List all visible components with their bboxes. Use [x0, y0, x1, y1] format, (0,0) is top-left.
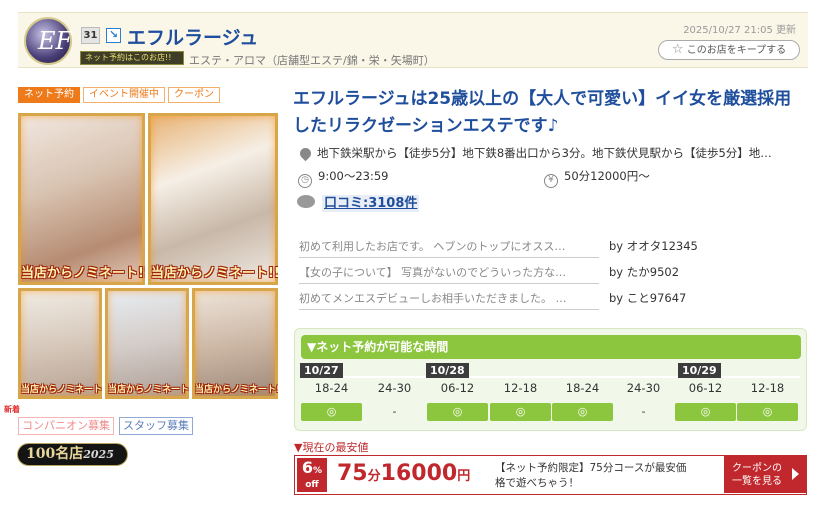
shop-header: EF 31 ↘ エフルラージュ ネット予約はこのお店!! エステ・アロマ（店舗型…	[18, 12, 808, 68]
date-label: 10/27	[300, 363, 343, 378]
off-label: off	[305, 480, 319, 490]
photo-3[interactable]: 当店からノミネート!!	[18, 288, 102, 399]
tag-net-reservation[interactable]: ネット予約	[18, 87, 80, 103]
time-slot: 06-12	[688, 381, 723, 395]
photo-caption: 当店からノミネート!!	[21, 266, 145, 281]
date-label: 10/28	[426, 363, 469, 378]
review-snippet[interactable]: 初めてメンエスデビューしお相手いただきました。 …	[299, 290, 599, 310]
review-snippet[interactable]: 初めて利用したお店です。 ヘブンのトップにオスス…	[299, 238, 599, 258]
reservation-title: ▼ネット予約が可能な時間	[301, 335, 801, 359]
shop-tags: ネット予約 イベント開催中 クーポン	[18, 87, 220, 103]
rank-down-arrow-icon: ↘	[106, 28, 121, 43]
access-text: 地下鉄栄駅から【徒歩5分】地下鉄8番出口から3分。地下鉄伏見駅から【徒歩5分】地…	[317, 146, 772, 160]
arrow-right-icon	[792, 468, 799, 480]
medal-text: 100名店	[26, 446, 84, 462]
slot-unavailable: -	[392, 405, 397, 418]
discount-badge: 6% off	[297, 458, 327, 492]
reviews-link[interactable]: 口コミ:3108件	[322, 195, 420, 212]
photo-caption: 当店からノミネート!!	[108, 385, 189, 395]
speech-bubble-icon	[297, 195, 315, 208]
coupon-list-button[interactable]: クーポンの 一覧を見る	[724, 456, 806, 493]
slot-available-button[interactable]: ◎	[427, 403, 488, 421]
time-slot: 12-18	[503, 381, 538, 395]
price-info: ¥50分12000円〜	[544, 168, 650, 188]
shop-category: エステ・アロマ（店舗型エステ/錦・栄・矢場町）	[189, 54, 435, 67]
shop-logo[interactable]: EF	[24, 17, 72, 65]
price-text: 50分12000円〜	[564, 169, 650, 183]
price-amount: 16000	[380, 461, 458, 486]
coupon-description: 【ネット予約限定】75分コースが最安価格で遊べちゃう！	[495, 462, 687, 489]
time-slot: 24-30	[626, 381, 661, 395]
slot-available-button[interactable]: ◎	[737, 403, 798, 421]
photo-caption: 当店からノミネート!!	[21, 385, 102, 395]
time-slot: 24-30	[377, 381, 412, 395]
lowest-price-label: ▼現在の最安値	[294, 441, 369, 454]
time-slot: 12-18	[750, 381, 785, 395]
photo-5[interactable]: 当店からノミネート!!	[192, 288, 278, 399]
time-slot: 18-24	[565, 381, 600, 395]
slot-available-button[interactable]: ◎	[552, 403, 613, 421]
photo-2[interactable]: 当店からノミネート!!	[148, 113, 278, 285]
photo-4[interactable]: 当店からノミネート!!	[105, 288, 189, 399]
companion-recruit-button[interactable]: コンパニオン募集	[18, 417, 114, 435]
course-minutes: 75	[337, 461, 368, 486]
star-icon: ☆	[671, 42, 684, 57]
review-author: by たか9502	[609, 265, 680, 279]
shop-name-link[interactable]: エフルラージュ	[127, 23, 258, 50]
hours-text: 9:00〜23:59	[318, 169, 389, 183]
photo-1[interactable]: 当店からノミネート!!	[18, 113, 145, 285]
reviews-link-row: 口コミ:3108件	[297, 192, 420, 212]
recruit-links: コンパニオン募集 スタッフ募集	[18, 417, 193, 435]
rank-number: 31	[81, 27, 100, 44]
access-info: 地下鉄栄駅から【徒歩5分】地下鉄8番出口から3分。地下鉄伏見駅から【徒歩5分】地…	[297, 145, 772, 162]
tag-coupon[interactable]: クーポン	[168, 87, 220, 103]
discount-percent: 6	[301, 458, 314, 477]
map-pin-icon	[297, 145, 314, 162]
review-author: by オオタ12345	[609, 239, 698, 253]
tag-event[interactable]: イベント開催中	[83, 87, 165, 103]
slot-available-button[interactable]: ◎	[490, 403, 551, 421]
review-snippet[interactable]: 【女の子について】 写真がないのでどういった方な…	[299, 264, 599, 284]
review-author: by こと97647	[609, 291, 687, 305]
top100-medal[interactable]: 100名店2025	[17, 443, 128, 466]
lowest-price-box[interactable]: 6% off 75分16000円 【ネット予約限定】75分コースが最安価格で遊べ…	[294, 455, 807, 495]
updated-timestamp: 2025/10/27 21:05 更新	[683, 25, 796, 36]
time-slot: 06-12	[440, 381, 475, 395]
shop-photos: 当店からノミネート!! 当店からノミネート!! 当店からノミネート!! 当店から…	[18, 113, 278, 399]
minutes-unit: 分	[367, 469, 381, 484]
keep-shop-button[interactable]: ☆ このお店をキープする	[658, 40, 800, 60]
yen-unit: 円	[457, 469, 471, 484]
coupon-button-line1: クーポンの	[732, 463, 782, 474]
staff-recruit-button[interactable]: スタッフ募集	[119, 417, 193, 435]
logo-text: EF	[38, 27, 73, 55]
slot-available-button[interactable]: ◎	[675, 403, 736, 421]
reservation-panel: ▼ネット予約が可能な時間 10/27 10/28 10/29 18-24 24-…	[294, 328, 807, 431]
photo-caption: 当店からノミネート!!	[195, 385, 278, 395]
photo-caption: 当店からノミネート!!	[151, 266, 278, 281]
slot-available-button[interactable]: ◎	[301, 403, 362, 421]
reservation-date-bar: 10/27 10/28 10/29	[300, 363, 800, 378]
date-label: 10/29	[678, 363, 721, 378]
hours-info: ◷ 9:00〜23:59	[298, 168, 388, 188]
percent-sign: %	[313, 466, 323, 476]
time-slot: 18-24	[314, 381, 349, 395]
lowest-price: 75分16000円	[337, 461, 470, 486]
clock-icon: ◷	[298, 174, 312, 188]
keep-label: このお店をキープする	[686, 45, 787, 56]
shop-headline: エフルラージュは25歳以上の【大人で可愛い】イイ女を厳選採用したリラクゼーション…	[293, 89, 792, 136]
slot-unavailable: -	[641, 405, 646, 418]
yen-icon: ¥	[544, 174, 558, 188]
medal-year: 2025	[83, 448, 114, 461]
new-label: 新着	[4, 405, 20, 414]
coupon-button-line2: 一覧を見る	[732, 476, 782, 487]
net-reservation-badge: ネット予約はこのお店!!	[80, 51, 184, 65]
